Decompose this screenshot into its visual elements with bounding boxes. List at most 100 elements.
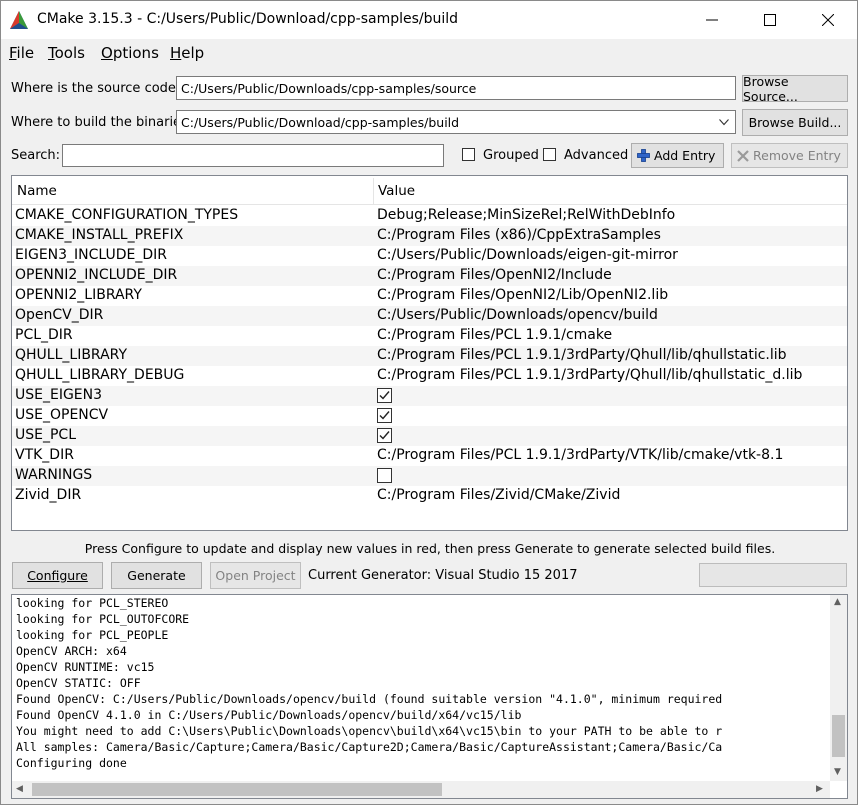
- entry-value[interactable]: C:/Program Files/PCL 1.9.1/cmake: [377, 327, 612, 343]
- scroll-left-icon[interactable]: ◀: [16, 784, 23, 794]
- entry-checkbox[interactable]: [377, 428, 392, 443]
- entry-value[interactable]: C:/Program Files/PCL 1.9.1/3rdParty/Qhul…: [377, 367, 802, 383]
- close-icon: [822, 14, 834, 26]
- cache-entries-table[interactable]: Name Value CMAKE_CONFIGURATION_TYPES Debu…: [11, 175, 848, 531]
- vertical-scrollbar[interactable]: ▲ ▼: [830, 595, 847, 781]
- window-title: CMake 3.15.3 - C:/Users/Public/Download/…: [37, 11, 459, 27]
- table-row[interactable]: Zivid_DIR C:/Program Files/Zivid/CMake/Zi…: [12, 486, 847, 506]
- search-input[interactable]: [62, 144, 444, 167]
- source-value: C:/Users/Public/Downloads/cpp-samples/so…: [181, 81, 477, 96]
- configure-button[interactable]: Configure: [12, 562, 103, 589]
- column-header-value[interactable]: Value: [378, 183, 415, 199]
- table-row[interactable]: QHULL_LIBRARY C:/Program Files/PCL 1.9.1/…: [12, 346, 847, 366]
- table-row[interactable]: PCL_DIR C:/Program Files/PCL 1.9.1/cmake: [12, 326, 847, 346]
- table-row[interactable]: CMAKE_CONFIGURATION_TYPES Debug;Release;M…: [12, 206, 847, 226]
- remove-entry-button[interactable]: Remove Entry: [731, 143, 848, 168]
- scroll-up-icon[interactable]: ▲: [834, 597, 841, 607]
- build-label: Where to build the binaries:: [11, 115, 193, 130]
- horizontal-scrollbar[interactable]: ◀ ▶: [12, 781, 830, 798]
- maximize-button[interactable]: [741, 1, 799, 39]
- table-row[interactable]: EIGEN3_INCLUDE_DIR C:/Users/Public/Downlo…: [12, 246, 847, 266]
- output-log[interactable]: looking for PCL_STEREO looking for PCL_OU…: [11, 594, 848, 799]
- scroll-down-icon[interactable]: ▼: [834, 767, 841, 777]
- table-row[interactable]: USE_EIGEN3: [12, 386, 847, 406]
- open-project-button[interactable]: Open Project: [210, 562, 301, 589]
- entry-name: WARNINGS: [15, 467, 93, 483]
- chevron-down-icon[interactable]: [719, 119, 729, 126]
- entry-value[interactable]: C:/Program Files/OpenNI2/Lib/OpenNI2.lib: [377, 287, 668, 303]
- table-row[interactable]: OpenCV_DIR C:/Users/Public/Downloads/open…: [12, 306, 847, 326]
- browse-build-button[interactable]: Browse Build...: [742, 109, 848, 136]
- table-row[interactable]: WARNINGS: [12, 466, 847, 486]
- advanced-label[interactable]: Advanced: [564, 148, 628, 163]
- title-bar: CMake 3.15.3 - C:/Users/Public/Download/…: [1, 1, 857, 39]
- browse-source-button[interactable]: Browse Source...: [742, 74, 848, 104]
- grouped-checkbox[interactable]: [462, 148, 475, 161]
- log-line: OpenCV RUNTIME: vc15: [16, 660, 155, 674]
- table-row[interactable]: VTK_DIR C:/Program Files/PCL 1.9.1/3rdPar…: [12, 446, 847, 466]
- entry-name: OPENNI2_INCLUDE_DIR: [15, 267, 178, 283]
- minimize-icon: [706, 19, 718, 21]
- plus-icon: [637, 149, 650, 162]
- menu-help[interactable]: Help: [170, 44, 204, 62]
- entry-checkbox[interactable]: [377, 408, 392, 423]
- entry-value[interactable]: C:/Users/Public/Downloads/eigen-git-mirr…: [377, 247, 678, 263]
- progress-bar: [699, 563, 847, 587]
- entry-value[interactable]: Debug;Release;MinSizeRel;RelWithDebInfo: [377, 207, 675, 223]
- entry-name: QHULL_LIBRARY_DEBUG: [15, 367, 185, 383]
- menu-options[interactable]: Options: [101, 44, 159, 62]
- entry-name: QHULL_LIBRARY: [15, 347, 128, 363]
- entry-value[interactable]: C:/Program Files/OpenNI2/Include: [377, 267, 612, 283]
- vertical-scroll-thumb[interactable]: [832, 715, 845, 757]
- search-label: Search:: [11, 148, 61, 163]
- cmake-window: CMake 3.15.3 - C:/Users/Public/Download/…: [0, 0, 858, 805]
- log-line: Found OpenCV 4.1.0 in C:/Users/Public/Do…: [16, 708, 522, 722]
- configure-label: Configure: [27, 568, 88, 583]
- minimize-button[interactable]: [683, 1, 741, 39]
- advanced-checkbox[interactable]: [543, 148, 556, 161]
- entry-value[interactable]: C:/Program Files (x86)/CppExtraSamples: [377, 227, 661, 243]
- current-generator: Current Generator: Visual Studio 15 2017: [308, 568, 578, 583]
- log-line: You might need to add C:\Users\Public\Do…: [16, 724, 723, 738]
- entry-name: CMAKE_CONFIGURATION_TYPES: [15, 207, 239, 223]
- table-row[interactable]: USE_PCL: [12, 426, 847, 446]
- table-row[interactable]: QHULL_LIBRARY_DEBUG C:/Program Files/PCL …: [12, 366, 847, 386]
- entry-value[interactable]: C:/Program Files/PCL 1.9.1/3rdParty/VTK/…: [377, 447, 783, 463]
- entry-value[interactable]: C:/Program Files/Zivid/CMake/Zivid: [377, 487, 620, 503]
- build-value: C:/Users/Public/Download/cpp-samples/bui…: [181, 115, 460, 130]
- menu-tools-accel: T: [48, 44, 55, 62]
- menu-file[interactable]: File: [9, 44, 34, 62]
- table-row[interactable]: CMAKE_INSTALL_PREFIX C:/Program Files (x8…: [12, 226, 847, 246]
- maximize-icon: [764, 14, 776, 26]
- log-line: OpenCV STATIC: OFF: [16, 676, 141, 690]
- entry-name: CMAKE_INSTALL_PREFIX: [15, 227, 184, 243]
- entry-value[interactable]: C:/Users/Public/Downloads/opencv/build: [377, 307, 658, 323]
- log-line: looking for PCL_PEOPLE: [16, 628, 169, 642]
- source-input[interactable]: C:/Users/Public/Downloads/cpp-samples/so…: [176, 76, 736, 100]
- menu-options-accel: O: [101, 44, 113, 62]
- menu-tools[interactable]: Tools: [48, 44, 85, 62]
- entry-checkbox[interactable]: [377, 468, 392, 483]
- scroll-right-icon[interactable]: ▶: [816, 784, 823, 794]
- generate-button[interactable]: Generate: [111, 562, 202, 589]
- table-row[interactable]: OPENNI2_INCLUDE_DIR C:/Program Files/Open…: [12, 266, 847, 286]
- add-entry-button[interactable]: Add Entry: [631, 143, 724, 168]
- entry-name: OpenCV_DIR: [15, 307, 104, 323]
- table-row[interactable]: OPENNI2_LIBRARY C:/Program Files/OpenNI2/…: [12, 286, 847, 306]
- menu-file-accel: F: [9, 44, 17, 62]
- menu-file-rest: ile: [16, 44, 35, 62]
- grouped-label[interactable]: Grouped: [483, 148, 539, 163]
- column-header-name[interactable]: Name: [17, 183, 57, 199]
- close-button[interactable]: [799, 1, 857, 39]
- table-row[interactable]: USE_OPENCV: [12, 406, 847, 426]
- horizontal-scroll-thumb[interactable]: [32, 783, 442, 796]
- column-separator[interactable]: [373, 178, 374, 204]
- add-entry-label: Add Entry: [654, 148, 716, 163]
- entry-value[interactable]: C:/Program Files/PCL 1.9.1/3rdParty/Qhul…: [377, 347, 787, 363]
- entry-checkbox[interactable]: [377, 388, 392, 403]
- menu-help-rest: elp: [181, 44, 205, 62]
- menu-tools-rest: ools: [54, 44, 85, 62]
- entry-name: PCL_DIR: [15, 327, 73, 343]
- build-combobox[interactable]: C:/Users/Public/Download/cpp-samples/bui…: [176, 110, 736, 134]
- entry-name: EIGEN3_INCLUDE_DIR: [15, 247, 168, 263]
